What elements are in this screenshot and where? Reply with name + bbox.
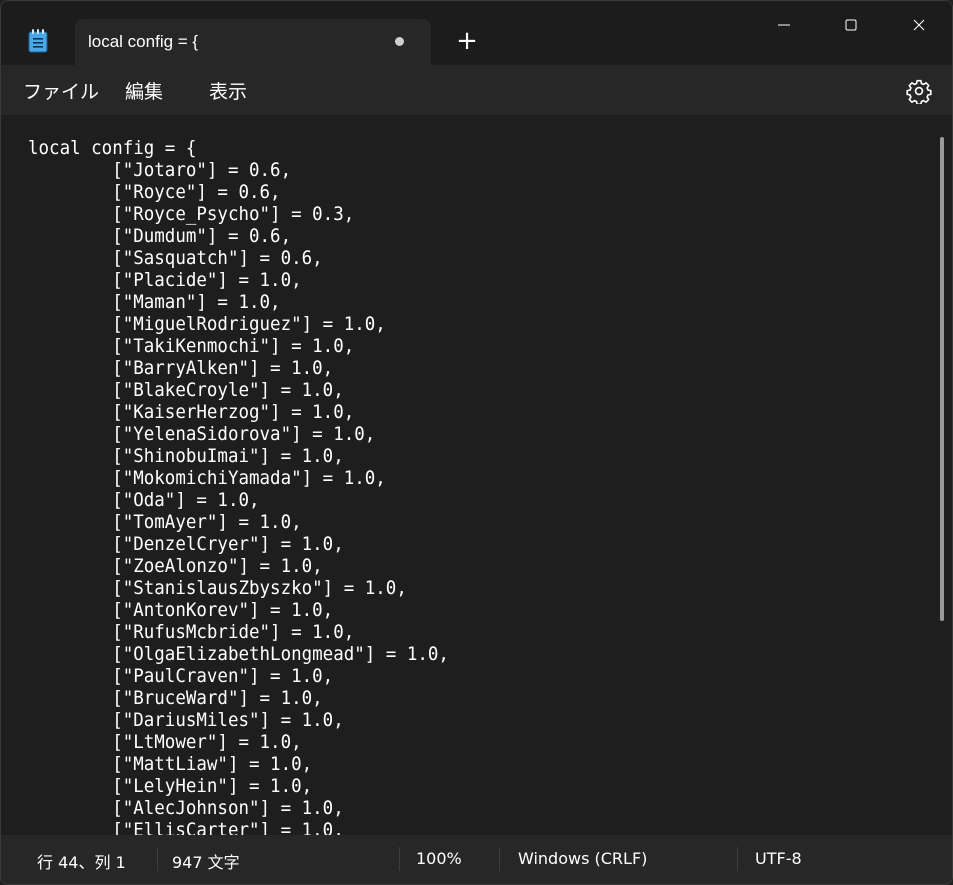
code-line[interactable]: ["StanislausZbyszko"] = 1.0, (28, 577, 407, 599)
vertical-scrollbar[interactable] (940, 137, 944, 621)
code-line[interactable]: ["MokomichiYamada"] = 1.0, (28, 467, 386, 489)
unsaved-dot-icon[interactable] (395, 37, 404, 46)
menu-file[interactable]: ファイル (23, 77, 99, 104)
code-line[interactable]: ["YelenaSidorova"] = 1.0, (28, 423, 375, 445)
code-line[interactable]: ["KaiserHerzog"] = 1.0, (28, 401, 354, 423)
menu-bar: ファイル 編集 表示 (1, 65, 952, 115)
status-divider (499, 847, 500, 871)
code-line[interactable]: ["TakiKenmochi"] = 1.0, (28, 335, 354, 357)
code-line[interactable]: ["Maman"] = 1.0, (28, 291, 280, 313)
code-line[interactable]: ["LtMower"] = 1.0, (28, 731, 301, 753)
code-line[interactable]: ["MattLiaw"] = 1.0, (28, 753, 312, 775)
code-line[interactable]: ["MiguelRodriguez"] = 1.0, (28, 313, 386, 335)
code-line[interactable]: ["BlakeCroyle"] = 1.0, (28, 379, 344, 401)
minimize-icon (778, 24, 790, 26)
tab-document[interactable]: local config = { (75, 19, 431, 65)
code-line[interactable]: ["PaulCraven"] = 1.0, (28, 665, 333, 687)
menu-edit[interactable]: 編集 (125, 77, 163, 104)
code-line[interactable]: ["LelyHein"] = 1.0, (28, 775, 312, 797)
code-line[interactable]: ["DariusMiles"] = 1.0, (28, 709, 344, 731)
title-bar[interactable]: local config = { + (1, 1, 952, 65)
code-line[interactable]: ["TomAyer"] = 1.0, (28, 511, 301, 533)
code-line[interactable]: ["Oda"] = 1.0, (28, 489, 259, 511)
status-divider (157, 847, 158, 871)
code-line[interactable]: ["Sasquatch"] = 0.6, (28, 247, 322, 269)
zoom-level[interactable]: 100% (416, 849, 462, 868)
status-divider (399, 847, 400, 871)
status-divider (737, 847, 738, 871)
gear-icon[interactable] (906, 78, 932, 104)
editor-content[interactable]: local config = { ["Jotaro"] = 0.6, ["Roy… (28, 137, 449, 835)
tab-title: local config = { (88, 32, 199, 51)
menu-view[interactable]: 表示 (209, 77, 247, 104)
code-line[interactable]: ["AntonKorev"] = 1.0, (28, 599, 333, 621)
code-line[interactable]: ["Royce_Psycho"] = 0.3, (28, 203, 354, 225)
notepad-app-icon (28, 29, 48, 53)
character-count[interactable]: 947 文字 (172, 849, 240, 873)
new-tab-button[interactable]: + (452, 27, 482, 57)
code-line[interactable]: ["Jotaro"] = 0.6, (28, 159, 291, 181)
maximize-icon (845, 19, 857, 31)
maximize-button[interactable] (817, 1, 885, 47)
code-line[interactable]: local config = { (28, 137, 196, 159)
close-button[interactable] (885, 1, 952, 47)
close-icon (913, 19, 925, 31)
code-line[interactable]: ["AlecJohnson"] = 1.0, (28, 797, 344, 819)
code-line[interactable]: ["Placide"] = 1.0, (28, 269, 301, 291)
minimize-button[interactable] (750, 1, 818, 47)
code-line[interactable]: ["OlgaElizabethLongmead"] = 1.0, (28, 643, 449, 665)
cursor-position[interactable]: 行 44、列 1 (37, 849, 126, 873)
code-line[interactable]: ["Royce"] = 0.6, (28, 181, 280, 203)
code-line[interactable]: ["Dumdum"] = 0.6, (28, 225, 291, 247)
code-line[interactable]: ["BruceWard"] = 1.0, (28, 687, 322, 709)
code-line[interactable]: ["ShinobuImai"] = 1.0, (28, 445, 344, 467)
code-line[interactable]: ["RufusMcbride"] = 1.0, (28, 621, 354, 643)
notepad-window: local config = { + ファイル 編集 表示 local conf… (0, 0, 953, 885)
code-line[interactable]: ["ZoeAlonzo"] = 1.0, (28, 555, 322, 577)
encoding[interactable]: UTF-8 (755, 849, 802, 868)
code-line[interactable]: ["BarryAlken"] = 1.0, (28, 357, 333, 379)
line-ending[interactable]: Windows (CRLF) (518, 849, 647, 868)
text-editor[interactable]: local config = { ["Jotaro"] = 0.6, ["Roy… (1, 115, 952, 835)
status-bar: 行 44、列 1 947 文字 100% Windows (CRLF) UTF-… (1, 835, 952, 884)
code-line[interactable]: ["DenzelCryer"] = 1.0, (28, 533, 344, 555)
code-line[interactable]: ["EllisCarter"] = 1.0, (28, 819, 344, 835)
